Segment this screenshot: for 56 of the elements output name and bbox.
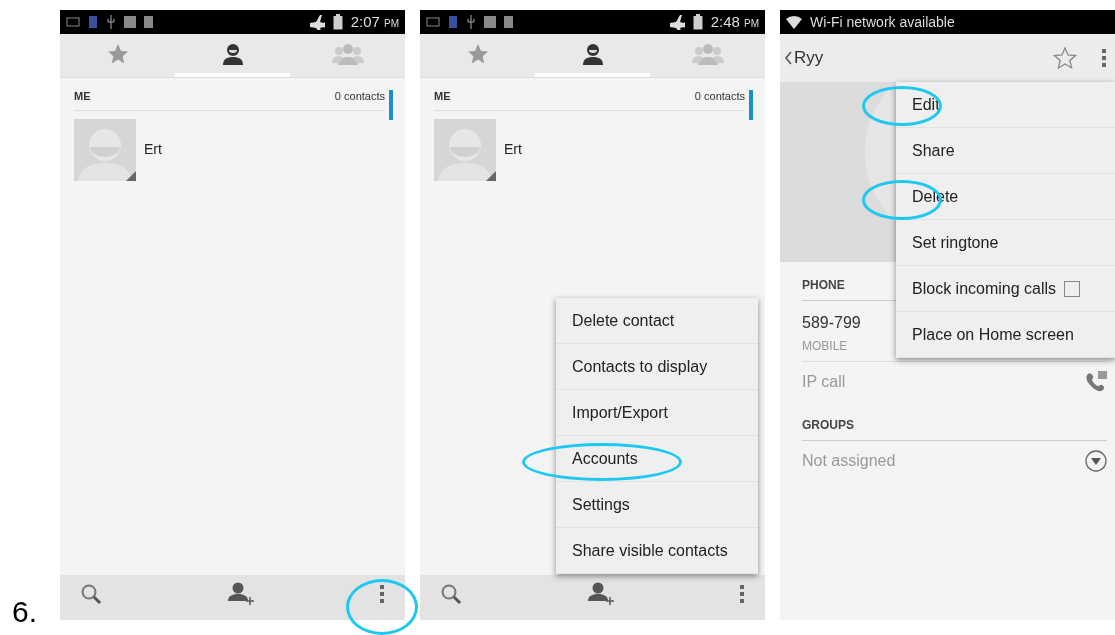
more-options-icon[interactable] bbox=[739, 584, 745, 604]
menu-item[interactable]: Set ringtone bbox=[896, 220, 1115, 266]
menu-item[interactable]: Share bbox=[896, 128, 1115, 174]
usb-icon bbox=[466, 15, 476, 29]
add-contact-icon[interactable] bbox=[227, 582, 254, 606]
contact-name[interactable]: Ert bbox=[144, 139, 162, 160]
notification-text: Wi-Fi network available bbox=[810, 12, 955, 32]
scroll-indicator bbox=[389, 90, 393, 120]
menu-item[interactable]: Delete contact bbox=[556, 298, 758, 344]
gallery-icon bbox=[124, 16, 136, 28]
phone-icon bbox=[448, 16, 458, 28]
sim-icon bbox=[66, 17, 80, 27]
section-header: GROUPS bbox=[802, 416, 1107, 441]
person-icon[interactable] bbox=[580, 42, 605, 65]
airplane-icon bbox=[668, 14, 685, 30]
menu-item[interactable]: Accounts bbox=[556, 436, 758, 482]
menu-item[interactable]: Place on Home screen bbox=[896, 312, 1115, 358]
more-options-icon[interactable] bbox=[1101, 48, 1107, 68]
battery-icon bbox=[692, 14, 703, 30]
person-icon[interactable] bbox=[220, 42, 245, 65]
menu-item[interactable]: Settings bbox=[556, 482, 758, 528]
contact-count: 0 contacts bbox=[694, 89, 745, 104]
more-options-icon[interactable] bbox=[379, 584, 385, 604]
star-icon[interactable] bbox=[466, 42, 489, 65]
contact-title: Ryy bbox=[794, 47, 824, 70]
contact-count: 0 contacts bbox=[334, 89, 385, 104]
star-outline-icon[interactable] bbox=[1053, 46, 1077, 70]
back-icon[interactable] bbox=[784, 51, 792, 65]
menu-item[interactable]: Edit bbox=[896, 82, 1115, 128]
checkbox[interactable] bbox=[1064, 280, 1081, 297]
scroll-indicator bbox=[749, 90, 753, 120]
menu-item[interactable]: Block incoming calls bbox=[896, 266, 1115, 312]
usb-icon bbox=[106, 15, 116, 29]
airplane-icon bbox=[308, 14, 325, 30]
menu-item[interactable]: Import/Export bbox=[556, 390, 758, 436]
sd-card-icon bbox=[144, 16, 153, 28]
search-icon[interactable] bbox=[80, 583, 102, 605]
star-icon[interactable] bbox=[106, 42, 129, 65]
phone-icon bbox=[88, 16, 98, 28]
menu-item[interactable]: Contacts to display bbox=[556, 344, 758, 390]
sim-icon bbox=[426, 17, 440, 27]
clock: 2:07 PM bbox=[350, 11, 399, 32]
add-contact-icon[interactable] bbox=[587, 582, 614, 606]
search-icon[interactable] bbox=[440, 583, 462, 605]
gallery-icon bbox=[484, 16, 496, 28]
phone-call-icon[interactable] bbox=[1085, 371, 1107, 393]
battery-icon bbox=[332, 14, 343, 30]
step-number: 6. bbox=[12, 597, 38, 627]
section-title: ME bbox=[434, 89, 451, 104]
section-title: ME bbox=[74, 89, 91, 104]
contact-name[interactable]: Ert bbox=[504, 139, 522, 160]
wifi-icon bbox=[786, 15, 802, 29]
menu-item[interactable]: Share visible contacts bbox=[556, 528, 758, 574]
dropdown-icon[interactable] bbox=[1085, 450, 1107, 472]
sd-card-icon bbox=[504, 16, 513, 28]
clock: 2:48 PM bbox=[710, 11, 759, 32]
